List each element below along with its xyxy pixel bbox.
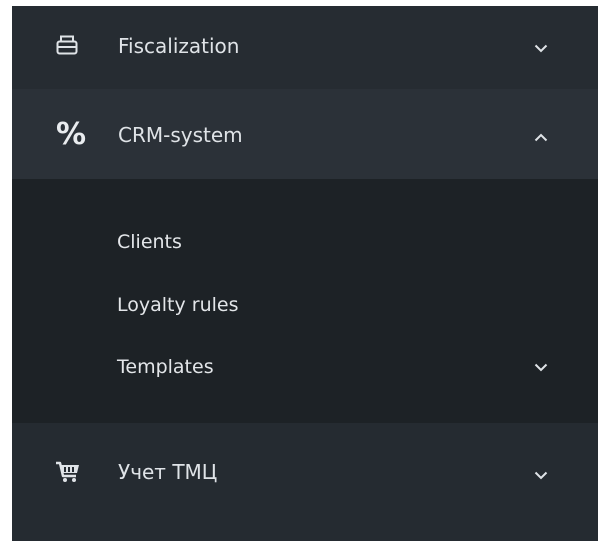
menu-item-label: CRM-system	[118, 123, 243, 147]
submenu-item-label: Templates	[117, 356, 214, 378]
percent-glyph: %	[55, 117, 87, 152]
chevron-up-icon[interactable]	[532, 128, 550, 146]
chevron-down-icon[interactable]	[532, 39, 550, 57]
crm-submenu: Clients Loyalty rules Templates	[12, 179, 598, 423]
submenu-item-loyalty-rules[interactable]: Loyalty rules	[12, 277, 598, 333]
menu-item-crm-system[interactable]: % CRM-system	[12, 89, 598, 179]
menu-item-fiscalization[interactable]: Fiscalization	[12, 6, 598, 89]
submenu-item-label: Loyalty rules	[117, 294, 239, 316]
menu-item-inventory[interactable]: Учет ТМЦ	[12, 423, 598, 519]
cart-icon	[54, 459, 82, 485]
printer-icon	[55, 33, 79, 57]
menu-item-label: Fiscalization	[118, 34, 240, 58]
percent-icon: %	[56, 120, 86, 150]
sidebar-menu: Fiscalization % CRM-system Clients Loyal…	[12, 6, 598, 541]
chevron-down-icon[interactable]	[532, 466, 550, 484]
submenu-item-templates[interactable]: Templates	[12, 339, 598, 395]
chevron-down-icon[interactable]	[532, 358, 550, 376]
menu-item-label: Учет ТМЦ	[118, 460, 218, 484]
submenu-item-label: Clients	[117, 231, 182, 253]
submenu-item-clients[interactable]: Clients	[12, 214, 598, 270]
